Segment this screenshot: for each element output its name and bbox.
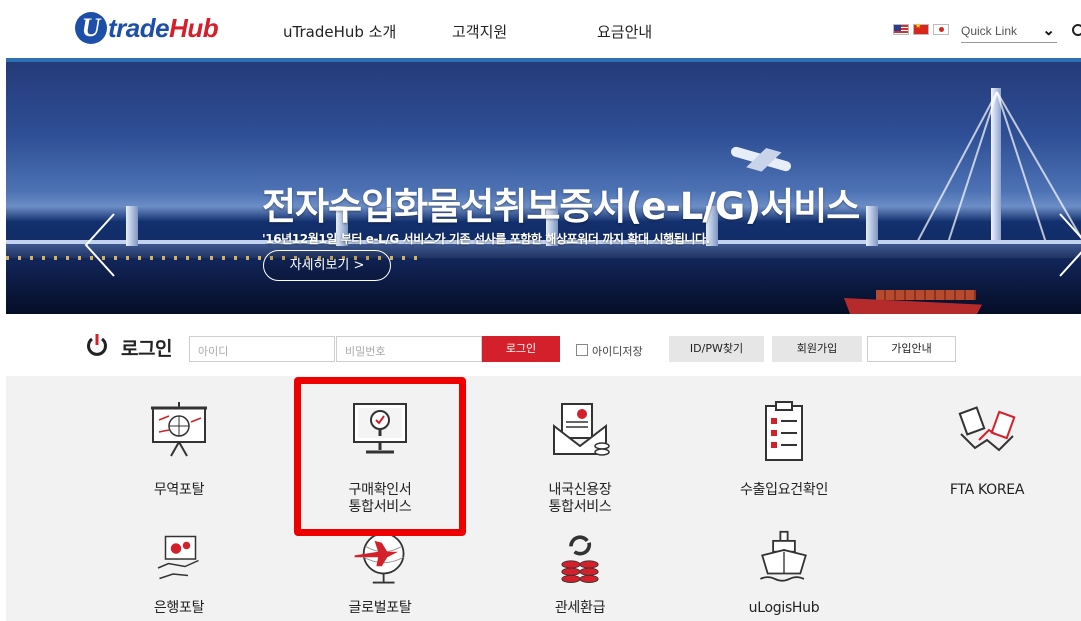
power-icon: [87, 334, 107, 356]
service-customs-refund[interactable]: 관세환급: [480, 530, 680, 617]
service-label: 내국신용장 통합서비스: [548, 482, 612, 515]
site-header: U tradeHub uTradeHub 소개 고객지원 요금안내 Quick …: [0, 0, 1081, 58]
service-label: 수출입요건확인: [739, 482, 829, 498]
chevron-right-icon[interactable]: [1056, 210, 1081, 280]
hero-banner: 전자수입화물선취보증서(e-L/G)서비스 '16년12월1일 부터 e-L/G…: [6, 58, 1081, 314]
quick-link-select[interactable]: Quick Link ⌄: [961, 21, 1057, 43]
banner-subline: '16년12월1일 부터 e-L/G 서비스가 기존 선사를 포함한 해상포워더…: [262, 232, 710, 246]
join-guide-button[interactable]: 가입안내: [867, 336, 956, 362]
chinese-flag-icon[interactable]: [913, 22, 929, 35]
certificate-envelope-icon: [553, 403, 610, 456]
service-ulogishub[interactable]: uLogisHub: [684, 530, 884, 617]
service-import-export-requirements[interactable]: 수출입요건확인: [684, 400, 884, 499]
presentation-board-icon: [151, 402, 207, 457]
refund-coins-icon: [561, 535, 599, 584]
japanese-flag-icon[interactable]: [933, 24, 949, 35]
join-button[interactable]: 회원가입: [772, 336, 862, 362]
service-bank-portal[interactable]: 은행포탈: [79, 530, 279, 617]
service-label: 무역포탈: [153, 482, 205, 498]
language-flags: [893, 22, 949, 35]
airplane-graphic: [729, 145, 793, 173]
utradehub-logo[interactable]: U tradeHub: [75, 10, 219, 46]
login-bar: 로그인 아이디 비밀번호 로그인 아이디저장 ID/PW찾기 회원가입 가입안내: [0, 314, 1081, 376]
chevron-down-icon: ⌄: [1042, 22, 1055, 39]
service-fta-korea[interactable]: FTA KOREA: [887, 400, 1081, 499]
bridge-tower: [991, 88, 1001, 248]
bridge-pier: [126, 206, 138, 246]
handshake-icon: [958, 406, 1016, 452]
service-label: FTA KOREA: [949, 482, 1025, 498]
service-label: 관세환급: [554, 600, 606, 616]
login-button[interactable]: 로그인: [482, 336, 560, 362]
service-local-lc[interactable]: 내국신용장 통합서비스: [480, 400, 680, 516]
bridge-pier: [866, 206, 878, 246]
save-id-checkbox[interactable]: [576, 344, 588, 356]
banner-top-border: [6, 58, 1081, 62]
globe-plane-icon: [354, 532, 405, 584]
service-global-portal[interactable]: 글로벌포탈: [280, 530, 480, 617]
save-id-label: 아이디저장: [592, 345, 643, 358]
service-trade-portal[interactable]: 무역포탈: [79, 400, 279, 499]
quick-link-label: Quick Link: [961, 24, 1018, 38]
ship-containers: [876, 290, 976, 300]
login-title: 로그인: [121, 338, 172, 360]
nav-about[interactable]: uTradeHub 소개: [283, 21, 396, 42]
cargo-ship-icon: [760, 530, 807, 582]
service-label: 은행포탈: [153, 600, 205, 616]
logo-wordmark: tradeHub: [108, 12, 219, 43]
service-label: uLogisHub: [748, 600, 820, 616]
chevron-left-icon[interactable]: [82, 210, 118, 280]
english-flag-icon[interactable]: [893, 24, 909, 35]
find-idpw-button[interactable]: ID/PW찾기: [669, 336, 764, 362]
search-icon[interactable]: [1072, 24, 1081, 36]
id-input[interactable]: 아이디: [189, 336, 335, 362]
hand-money-icon: [157, 535, 199, 580]
highlight-box: [294, 377, 466, 536]
nav-pricing[interactable]: 요금안내: [597, 21, 652, 42]
nav-support[interactable]: 고객지원: [452, 21, 507, 42]
detail-button[interactable]: 자세히보기 >: [263, 250, 391, 281]
logo-badge: U: [75, 12, 107, 44]
checklist-clipboard-icon: [765, 401, 803, 461]
password-input[interactable]: 비밀번호: [336, 336, 482, 362]
banner-headline: 전자수입화물선취보증서(e-L/G)서비스: [262, 185, 860, 228]
bridge-cable: [916, 91, 998, 243]
service-label: 글로벌포탈: [348, 600, 412, 616]
